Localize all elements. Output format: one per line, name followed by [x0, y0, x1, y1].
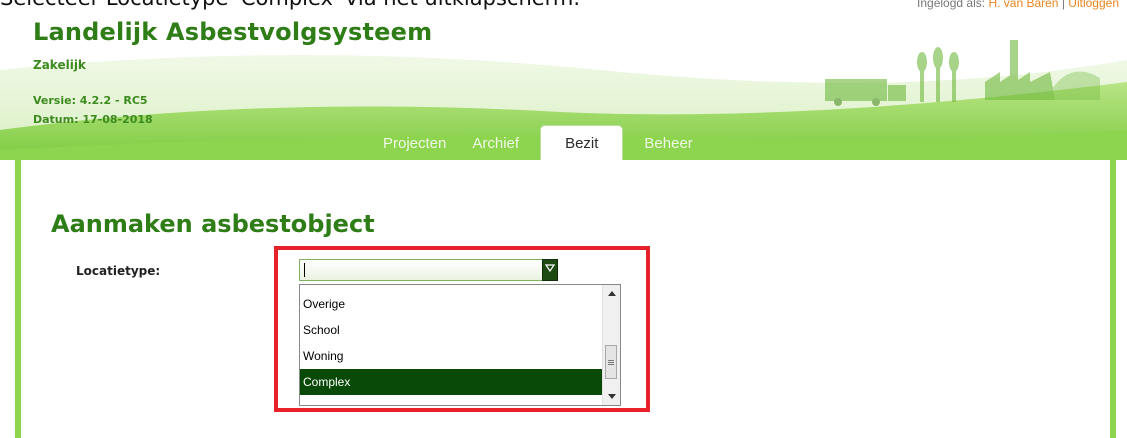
option-woning[interactable]: Woning — [300, 343, 602, 369]
instruction-caption: Selecteer Locatietype 'Complex' via het … — [0, 0, 580, 10]
login-separator: | — [1061, 0, 1065, 10]
arrow-down-icon — [607, 394, 616, 399]
version-label: Versie: 4.2.2 - RC5 — [33, 94, 148, 107]
text-caret — [304, 263, 305, 277]
content-panel: Aanmaken asbestobject Locatietype: Overi… — [15, 160, 1116, 438]
scroll-up-button[interactable] — [603, 285, 620, 302]
dropdown-button[interactable] — [542, 259, 558, 281]
date-label: Datum: 17-08-2018 — [33, 113, 153, 126]
tab-beheer[interactable]: Beheer — [631, 127, 705, 160]
grip-icon — [608, 361, 614, 363]
dropdown-scrollbar[interactable] — [602, 285, 620, 405]
tab-archief[interactable]: Archief — [459, 127, 532, 160]
tab-bezit[interactable]: Bezit — [540, 125, 624, 160]
option-overige[interactable]: Overige — [300, 291, 602, 317]
app-subtitle: Zakelijk — [33, 58, 86, 72]
option-complex[interactable]: Complex — [300, 369, 602, 395]
option-school[interactable]: School — [300, 317, 602, 343]
locatietype-combobox[interactable] — [299, 259, 558, 281]
chevron-down-icon — [545, 264, 555, 272]
tab-projecten[interactable]: Projecten — [370, 127, 459, 160]
scroll-down-button[interactable] — [603, 388, 620, 405]
user-link[interactable]: H. van Baren — [988, 0, 1058, 10]
scroll-thumb[interactable] — [605, 345, 617, 379]
arrow-up-icon — [607, 291, 616, 296]
app-title: Landelijk Asbestvolgsysteem — [33, 18, 433, 46]
locatietype-label: Locatietype: — [76, 264, 161, 278]
login-status: Ingelogd als: H. van Baren | Uitloggen — [917, 0, 1119, 10]
page-title: Aanmaken asbestobject — [51, 210, 375, 238]
logout-link[interactable]: Uitloggen — [1068, 0, 1119, 10]
main-tabs: Projecten Archief Bezit Beheer — [370, 125, 706, 160]
login-prefix: Ingelogd als: — [917, 0, 986, 10]
locatietype-dropdown-list[interactable]: Overige School Woning Complex — [299, 284, 621, 406]
